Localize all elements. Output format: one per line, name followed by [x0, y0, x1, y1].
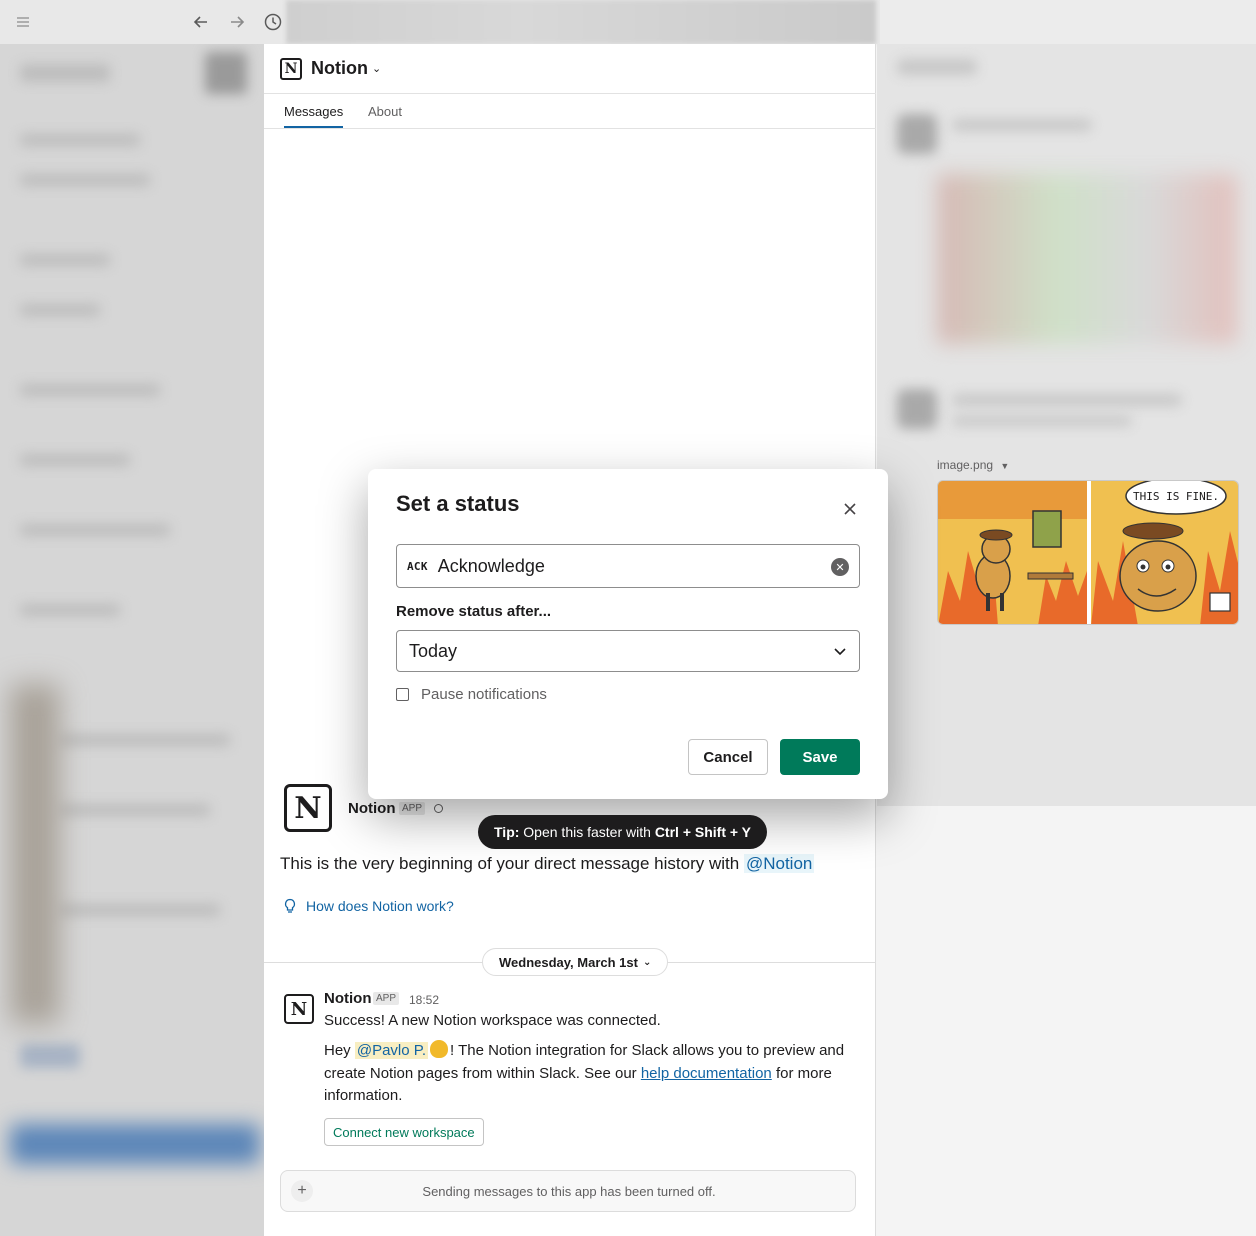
title-bar	[0, 0, 1256, 44]
notion-app-avatar[interactable]: N	[284, 784, 332, 832]
message-composer: + Sending messages to this app has been …	[280, 1170, 856, 1212]
intro-text: This is the very beginning of your direc…	[280, 854, 815, 874]
app-mention[interactable]: @Notion	[743, 854, 815, 873]
message-text: Success! A new Notion workspace was conn…	[324, 1012, 661, 1029]
save-button[interactable]: Save	[780, 739, 860, 775]
cancel-button[interactable]: Cancel	[688, 739, 768, 775]
app-badge: APP	[399, 802, 426, 815]
status-input[interactable]: ACK Acknowledge ✕	[396, 544, 860, 588]
ack-emoji-icon[interactable]: ACK	[407, 560, 428, 573]
pause-notifications-label[interactable]: Pause notifications	[421, 686, 547, 703]
tip-text: Open this faster with	[523, 824, 651, 840]
message-avatar[interactable]: N	[284, 994, 314, 1024]
how-it-works-link[interactable]: How does Notion work?	[282, 898, 454, 914]
channel-tabs: Messages About	[264, 94, 876, 129]
close-icon[interactable]	[838, 497, 862, 521]
tab-messages[interactable]: Messages	[284, 104, 344, 128]
remove-status-select[interactable]: Today	[396, 630, 860, 672]
back-arrow-icon[interactable]	[189, 10, 213, 34]
image-filename-label: image.png	[937, 458, 994, 472]
pause-notifications-row[interactable]: Pause notifications	[396, 686, 547, 703]
notion-logo-icon: N	[280, 57, 302, 80]
app-badge: APP	[373, 992, 400, 1005]
dialog-title: Set a status	[396, 491, 520, 516]
pause-notifications-checkbox[interactable]	[396, 688, 409, 701]
set-status-dialog: Set a status ACK Acknowledge ✕ Remove st…	[368, 469, 888, 799]
remove-status-value: Today	[409, 640, 458, 661]
presence-icon	[434, 804, 443, 813]
tip-prefix: Tip:	[494, 824, 520, 840]
connect-workspace-button[interactable]: Connect new workspace	[324, 1118, 484, 1146]
date-divider[interactable]: Wednesday, March 1st ⌄	[482, 948, 669, 976]
chevron-down-icon: ⌄	[642, 956, 652, 968]
date-label: Wednesday, March 1st	[499, 954, 638, 970]
comic-image[interactable]: THIS IS FINE.	[937, 480, 1239, 625]
chevron-down-icon	[834, 648, 846, 656]
comic-speech-text: THIS IS FINE.	[1133, 490, 1219, 503]
message-paragraph: Hey @Pavlo P.! The Notion integration fo…	[324, 1040, 854, 1108]
workspace-sidebar	[0, 44, 264, 1236]
chevron-down-icon[interactable]: ⌄	[372, 62, 381, 75]
shortcut-tip: Tip: Open this faster with Ctrl + Shift …	[478, 815, 768, 849]
intro-sentence: This is the very beginning of your direc…	[280, 854, 740, 873]
image-filename[interactable]: image.png ▼	[937, 458, 1009, 472]
clear-icon[interactable]: ✕	[831, 558, 849, 576]
blurred-topbar-right	[880, 0, 1256, 44]
channel-header: N Notion ⌄	[264, 44, 876, 94]
thread-pane	[877, 44, 1256, 806]
message-timestamp[interactable]: 18:52	[409, 993, 439, 1007]
status-text-value[interactable]: Acknowledge	[438, 556, 545, 577]
remove-status-label: Remove status after...	[396, 603, 552, 620]
para-prefix: Hey	[324, 1042, 351, 1059]
intro-app-name[interactable]: Notion	[348, 800, 395, 817]
how-it-works-label: How does Notion work?	[306, 898, 454, 914]
tip-keys: Ctrl + Shift + Y	[654, 824, 752, 840]
tab-about[interactable]: About	[368, 104, 402, 119]
channel-title[interactable]: Notion	[311, 58, 368, 79]
lightbulb-icon	[284, 898, 296, 913]
thread-pane-lower	[877, 806, 1256, 1236]
help-documentation-link[interactable]: help documentation	[641, 1065, 772, 1082]
caret-down-icon: ▼	[1000, 461, 1010, 471]
message-sender[interactable]: Notion	[324, 990, 371, 1007]
composer-disabled-text: Sending messages to this app has been tu…	[422, 1184, 716, 1199]
forward-arrow-icon[interactable]	[225, 10, 249, 34]
menu-icon[interactable]	[11, 10, 35, 34]
blurred-search-area	[286, 0, 876, 44]
history-clock-icon[interactable]	[261, 10, 285, 34]
user-mention[interactable]: @Pavlo P.	[354, 1042, 429, 1059]
waving-hand-icon	[430, 1040, 449, 1058]
